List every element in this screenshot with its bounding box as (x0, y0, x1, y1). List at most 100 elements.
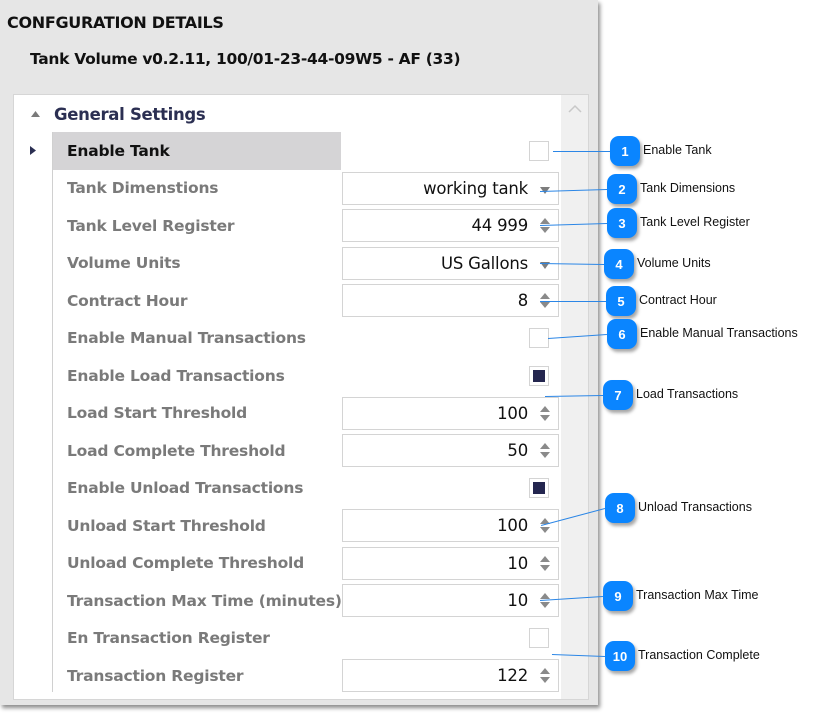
configuration-window: CONFGURATION DETAILS Tank Volume v0.2.11… (0, 0, 598, 705)
spin-down-icon[interactable] (540, 414, 550, 421)
callout-badge: 3 (607, 208, 637, 238)
spin-up-icon[interactable] (540, 293, 550, 300)
spin-down-icon[interactable] (540, 452, 550, 459)
field-value: 100 (497, 403, 528, 423)
field-value: working tank (423, 178, 528, 198)
tank-dimenstions-dropdown[interactable]: working tank (342, 171, 559, 205)
property-value-cell (342, 320, 560, 358)
contract-hour-spinner[interactable]: 8 (342, 284, 559, 318)
callout-label: Unload Transactions (638, 500, 752, 514)
callout-leader-line (553, 151, 610, 152)
enable-manual-transactions-checkbox[interactable] (529, 328, 549, 349)
spin-up-icon[interactable] (540, 443, 550, 450)
callout-badge: 8 (605, 493, 635, 523)
property-label: Transaction Register (67, 666, 244, 685)
field-value: 122 (497, 666, 528, 686)
enable-tank-checkbox[interactable] (529, 140, 549, 161)
property-value-cell: 8 (342, 282, 560, 320)
checkbox-container (342, 140, 559, 161)
selected-row-arrow-icon (30, 132, 40, 170)
property-row-enable-unload-transactions[interactable]: Enable Unload Transactions (14, 470, 562, 508)
spin-up-icon[interactable] (540, 593, 550, 600)
property-row-transaction-max-time-minutes[interactable]: Transaction Max Time (minutes) 10 (14, 582, 562, 620)
property-rows: Enable Tank Tank Dimenstions working tank T… (14, 132, 562, 695)
property-row-tank-level-register[interactable]: Tank Level Register 44 999 (14, 207, 562, 245)
checkbox-checked-mark (533, 482, 545, 495)
property-row-contract-hour[interactable]: Contract Hour 8 (14, 282, 562, 320)
load-complete-threshold-spinner[interactable]: 50 (342, 434, 559, 468)
callout-label: Enable Tank (643, 143, 712, 157)
property-row-volume-units[interactable]: Volume Units US Gallons (14, 245, 562, 283)
checkbox-container (342, 628, 559, 649)
field-value: US Gallons (440, 253, 528, 273)
property-row-enable-tank[interactable]: Enable Tank (14, 132, 562, 170)
enable-load-transactions-checkbox[interactable] (529, 365, 549, 386)
property-row-transaction-register[interactable]: Transaction Register 122 (14, 657, 562, 695)
tank-level-register-spinner[interactable]: 44 999 (342, 209, 559, 243)
property-row-unload-complete-threshold[interactable]: Unload Complete Threshold 10 (14, 545, 562, 583)
dropdown-arrow-icon[interactable] (540, 179, 550, 198)
collapse-triangle-icon[interactable] (28, 107, 42, 121)
en-transaction-register-checkbox[interactable] (529, 628, 549, 649)
spin-down-icon[interactable] (540, 227, 550, 234)
property-value-cell (342, 620, 560, 658)
callout-badge: 10 (605, 641, 635, 671)
property-value-cell (342, 357, 560, 395)
callout-label: Volume Units (637, 256, 711, 270)
property-label: Enable Tank (53, 132, 341, 170)
spin-up-icon[interactable] (540, 668, 550, 675)
checkbox-container (342, 478, 559, 499)
spin-down-icon[interactable] (540, 602, 550, 609)
property-row-enable-load-transactions[interactable]: Enable Load Transactions (14, 357, 562, 395)
spin-down-icon[interactable] (540, 677, 550, 684)
callout-badge: 1 (610, 136, 640, 166)
spin-down-icon[interactable] (540, 527, 550, 534)
field-value: 50 (507, 441, 528, 461)
property-value-cell: 10 (342, 582, 560, 620)
property-row-load-complete-threshold[interactable]: Load Complete Threshold 50 (14, 432, 562, 470)
spin-up-icon[interactable] (540, 555, 550, 562)
unload-start-threshold-spinner[interactable]: 100 (342, 509, 559, 543)
spin-down-icon[interactable] (540, 564, 550, 571)
spinner-buttons (540, 443, 550, 459)
vertical-scrollbar[interactable] (561, 95, 588, 699)
property-value-cell (342, 132, 560, 170)
property-row-tank-dimenstions[interactable]: Tank Dimenstions working tank (14, 170, 562, 208)
spinner-buttons (540, 555, 550, 571)
property-label: Enable Manual Transactions (67, 329, 306, 348)
enable-unload-transactions-checkbox[interactable] (529, 478, 549, 499)
spin-up-icon[interactable] (540, 405, 550, 412)
callout-label: Transaction Max Time (636, 588, 759, 602)
field-value: 44 999 (471, 216, 528, 236)
transaction-register-spinner[interactable]: 122 (342, 659, 559, 693)
property-label: Enable Load Transactions (67, 366, 285, 385)
unload-complete-threshold-spinner[interactable]: 10 (342, 546, 559, 580)
property-row-en-transaction-register[interactable]: En Transaction Register (14, 620, 562, 658)
checkbox-checked-mark (533, 369, 545, 382)
property-value-cell: 122 (342, 657, 560, 695)
callout-badge: 6 (607, 319, 637, 349)
transaction-max-time-minutes-spinner[interactable]: 10 (342, 584, 559, 618)
property-value-cell: 44 999 (342, 207, 560, 245)
device-subtitle: Tank Volume v0.2.11, 100/01-23-44-09W5 -… (30, 50, 461, 68)
property-row-load-start-threshold[interactable]: Load Start Threshold 100 (14, 395, 562, 433)
property-grid: General Settings Enable Tank Tank Dimenst… (13, 94, 589, 700)
group-header-general-settings[interactable]: General Settings (14, 101, 562, 127)
field-value: 8 (517, 291, 529, 311)
spin-down-icon[interactable] (540, 302, 550, 309)
property-value-cell: working tank (342, 170, 560, 208)
spinner-buttons (540, 405, 550, 421)
property-label: En Transaction Register (67, 629, 270, 648)
spin-up-icon[interactable] (540, 218, 550, 225)
load-start-threshold-spinner[interactable]: 100 (342, 396, 559, 430)
callout-label: Enable Manual Transactions (640, 326, 798, 340)
property-row-enable-manual-transactions[interactable]: Enable Manual Transactions (14, 320, 562, 358)
property-row-unload-start-threshold[interactable]: Unload Start Threshold 100 (14, 507, 562, 545)
property-value-cell (342, 470, 560, 508)
scroll-up-button[interactable] (561, 95, 588, 122)
callout-leader-line (540, 301, 606, 302)
property-label: Tank Level Register (67, 216, 235, 235)
spinner-buttons (540, 668, 550, 684)
property-value-cell: 50 (342, 432, 560, 470)
volume-units-dropdown[interactable]: US Gallons (342, 246, 559, 280)
